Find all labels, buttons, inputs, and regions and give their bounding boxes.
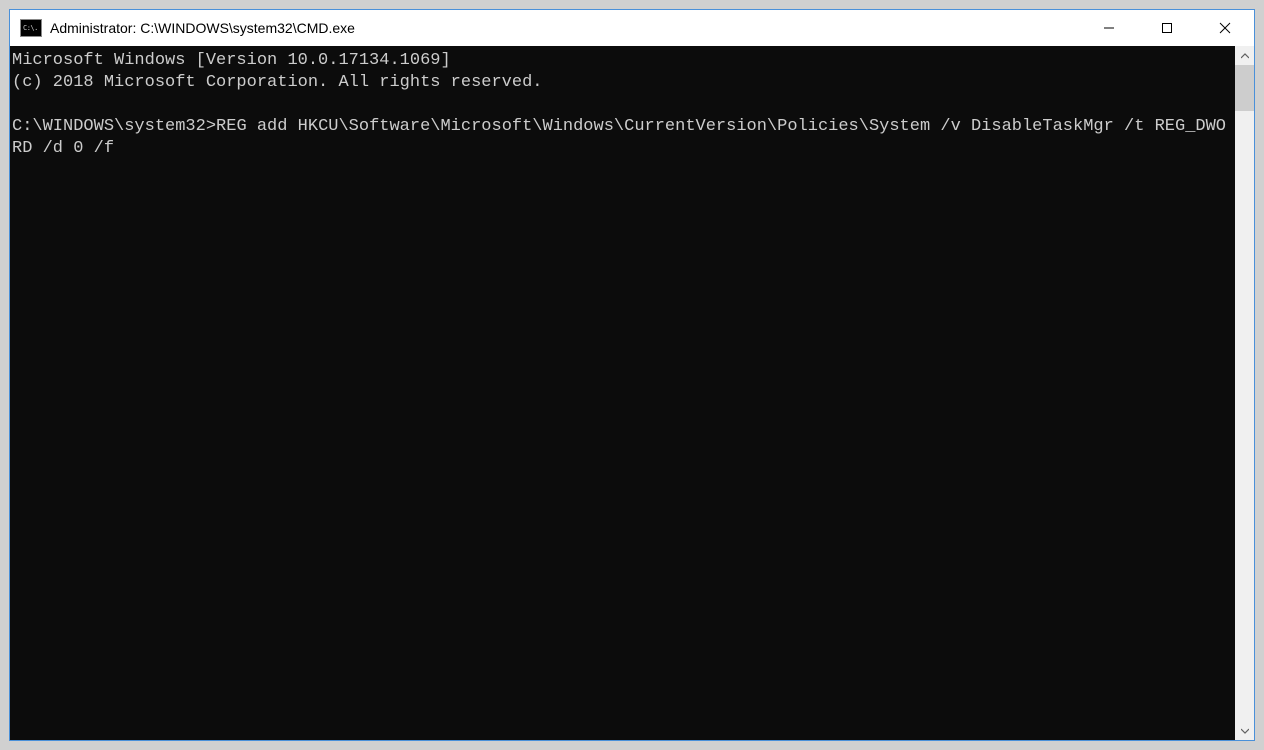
titlebar[interactable]: C:\. Administrator: C:\WINDOWS\system32\… bbox=[10, 10, 1254, 46]
scroll-track[interactable] bbox=[1235, 65, 1254, 721]
scroll-up-button[interactable] bbox=[1235, 46, 1254, 65]
terminal-container: Microsoft Windows [Version 10.0.17134.10… bbox=[10, 46, 1254, 740]
cmd-icon: C:\. bbox=[20, 19, 42, 37]
vertical-scrollbar[interactable] bbox=[1235, 46, 1254, 740]
chevron-up-icon bbox=[1241, 52, 1249, 60]
terminal[interactable]: Microsoft Windows [Version 10.0.17134.10… bbox=[10, 46, 1235, 740]
minimize-icon bbox=[1103, 22, 1115, 34]
cmd-icon-text: C:\. bbox=[23, 25, 38, 32]
window-controls bbox=[1080, 10, 1254, 46]
chevron-down-icon bbox=[1241, 727, 1249, 735]
scroll-down-button[interactable] bbox=[1235, 721, 1254, 740]
close-button[interactable] bbox=[1196, 10, 1254, 46]
window-title: Administrator: C:\WINDOWS\system32\CMD.e… bbox=[50, 20, 355, 36]
titlebar-left: C:\. Administrator: C:\WINDOWS\system32\… bbox=[10, 10, 1080, 46]
close-icon bbox=[1219, 22, 1231, 34]
maximize-icon bbox=[1161, 22, 1173, 34]
maximize-button[interactable] bbox=[1138, 10, 1196, 46]
minimize-button[interactable] bbox=[1080, 10, 1138, 46]
terminal-prompt: C:\WINDOWS\system32> bbox=[12, 117, 216, 136]
scroll-thumb[interactable] bbox=[1235, 65, 1254, 111]
terminal-line-copyright: (c) 2018 Microsoft Corporation. All righ… bbox=[12, 73, 543, 92]
cmd-window: C:\. Administrator: C:\WINDOWS\system32\… bbox=[9, 9, 1255, 741]
terminal-line-version: Microsoft Windows [Version 10.0.17134.10… bbox=[12, 51, 451, 70]
